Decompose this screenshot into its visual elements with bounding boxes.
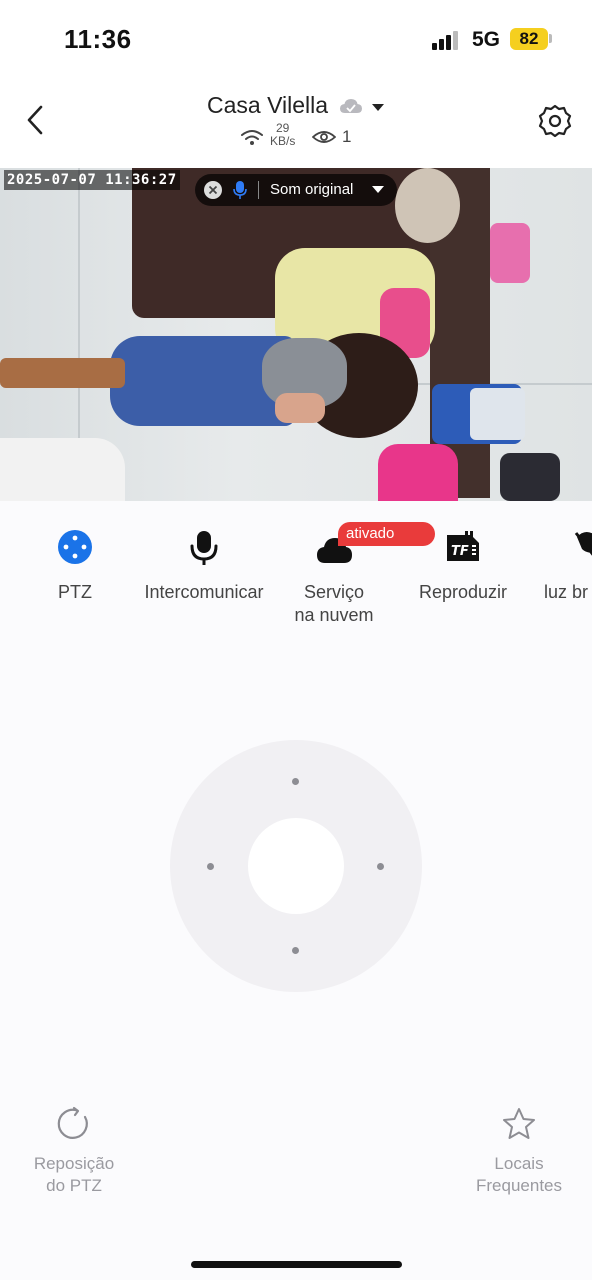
- video-person-arm: [275, 393, 325, 423]
- audio-mode-selector[interactable]: Som original: [195, 174, 397, 206]
- video-pink-bag: [378, 444, 458, 501]
- favorite-positions-button[interactable]: Locais Frequentes: [464, 1106, 574, 1197]
- reset-ptz-label: Reposição do PTZ: [22, 1153, 126, 1197]
- reset-ptz-button[interactable]: Reposição do PTZ: [22, 1106, 126, 1197]
- live-video-feed[interactable]: 2025-07-07 11:36:27 Som original: [0, 168, 592, 501]
- battery-icon: 82: [510, 28, 548, 50]
- device-title[interactable]: Casa Vilella: [207, 92, 328, 118]
- video-white-chair: [0, 438, 125, 501]
- ptz-down-indicator[interactable]: [292, 947, 299, 954]
- settings-button[interactable]: [536, 102, 574, 140]
- speed-unit: KB/s: [270, 134, 296, 148]
- battery-tip: [549, 34, 552, 43]
- tool-label: Reproduzir: [418, 582, 508, 602]
- tool-ptz[interactable]: PTZ: [30, 529, 120, 604]
- ptz-up-indicator[interactable]: [292, 778, 299, 785]
- tool-label: Intercomunicar: [144, 582, 264, 602]
- cloud-badge-icon: [339, 97, 363, 120]
- light-off-icon: [574, 529, 592, 569]
- favorites-label-line2: Frequentes: [476, 1176, 562, 1195]
- caret-down-icon: [372, 186, 384, 193]
- device-title-group[interactable]: Casa Vilella: [0, 92, 592, 120]
- caret-down-icon: [371, 100, 385, 118]
- microphone-icon: [233, 181, 247, 199]
- tool-label: luz br: [544, 582, 589, 602]
- refresh-icon: [57, 1106, 88, 1139]
- cellular-signal-icon: [432, 30, 462, 50]
- favorites-label: Locais Frequentes: [464, 1153, 574, 1197]
- tool-light[interactable]: luz br: [536, 529, 592, 604]
- ptz-center: [248, 818, 344, 914]
- ptz-right-indicator[interactable]: [377, 863, 384, 870]
- video-table: [0, 358, 125, 388]
- svg-text:TF: TF: [451, 544, 469, 559]
- tool-intercom[interactable]: Intercomunicar: [138, 529, 270, 604]
- home-indicator[interactable]: [191, 1261, 402, 1268]
- cloud-status-badge: ativado: [338, 522, 435, 546]
- reset-label-line2: do PTZ: [46, 1176, 102, 1195]
- close-icon[interactable]: [204, 181, 222, 199]
- cloud-label-line2: na nuvem: [294, 605, 374, 625]
- video-timestamp: 2025-07-07 11:36:27: [4, 170, 180, 190]
- divider: [258, 181, 259, 199]
- ptz-joystick-icon: [30, 529, 120, 569]
- connection-info: 29 KB/s 1: [240, 120, 380, 152]
- data-speed: 29 KB/s: [270, 122, 295, 148]
- ptz-direction-pad[interactable]: [170, 740, 422, 992]
- star-icon: [503, 1108, 535, 1139]
- cloud-label-line1: Serviço: [303, 582, 365, 602]
- feature-toolbar: PTZ Intercomunicar Serviço na nuvem TF R…: [0, 501, 592, 641]
- favorites-label-line1: Locais: [494, 1154, 544, 1173]
- status-bar: 11:36 5G 82: [0, 0, 592, 80]
- gear-icon: [538, 104, 572, 138]
- network-type: 5G: [472, 28, 501, 51]
- tool-label: Serviço na nuvem: [280, 581, 388, 627]
- viewer-count: 1: [342, 127, 352, 146]
- eye-icon: [312, 131, 336, 143]
- audio-mode-label: Som original: [270, 181, 354, 198]
- cloud-status-text: ativado: [346, 525, 395, 542]
- video-dark-object: [500, 453, 560, 501]
- microphone-icon: [138, 529, 270, 569]
- ptz-left-indicator[interactable]: [207, 863, 214, 870]
- wifi-icon: [241, 130, 263, 145]
- nav-header: Casa Vilella 29 KB/s 1: [0, 80, 592, 168]
- video-chair: [490, 223, 530, 283]
- tool-label: PTZ: [58, 582, 92, 602]
- reset-label-line1: Reposição: [33, 1154, 115, 1173]
- video-cooler-lid: [470, 388, 525, 440]
- status-time: 11:36: [64, 24, 132, 54]
- video-fur-blanket: [395, 168, 460, 243]
